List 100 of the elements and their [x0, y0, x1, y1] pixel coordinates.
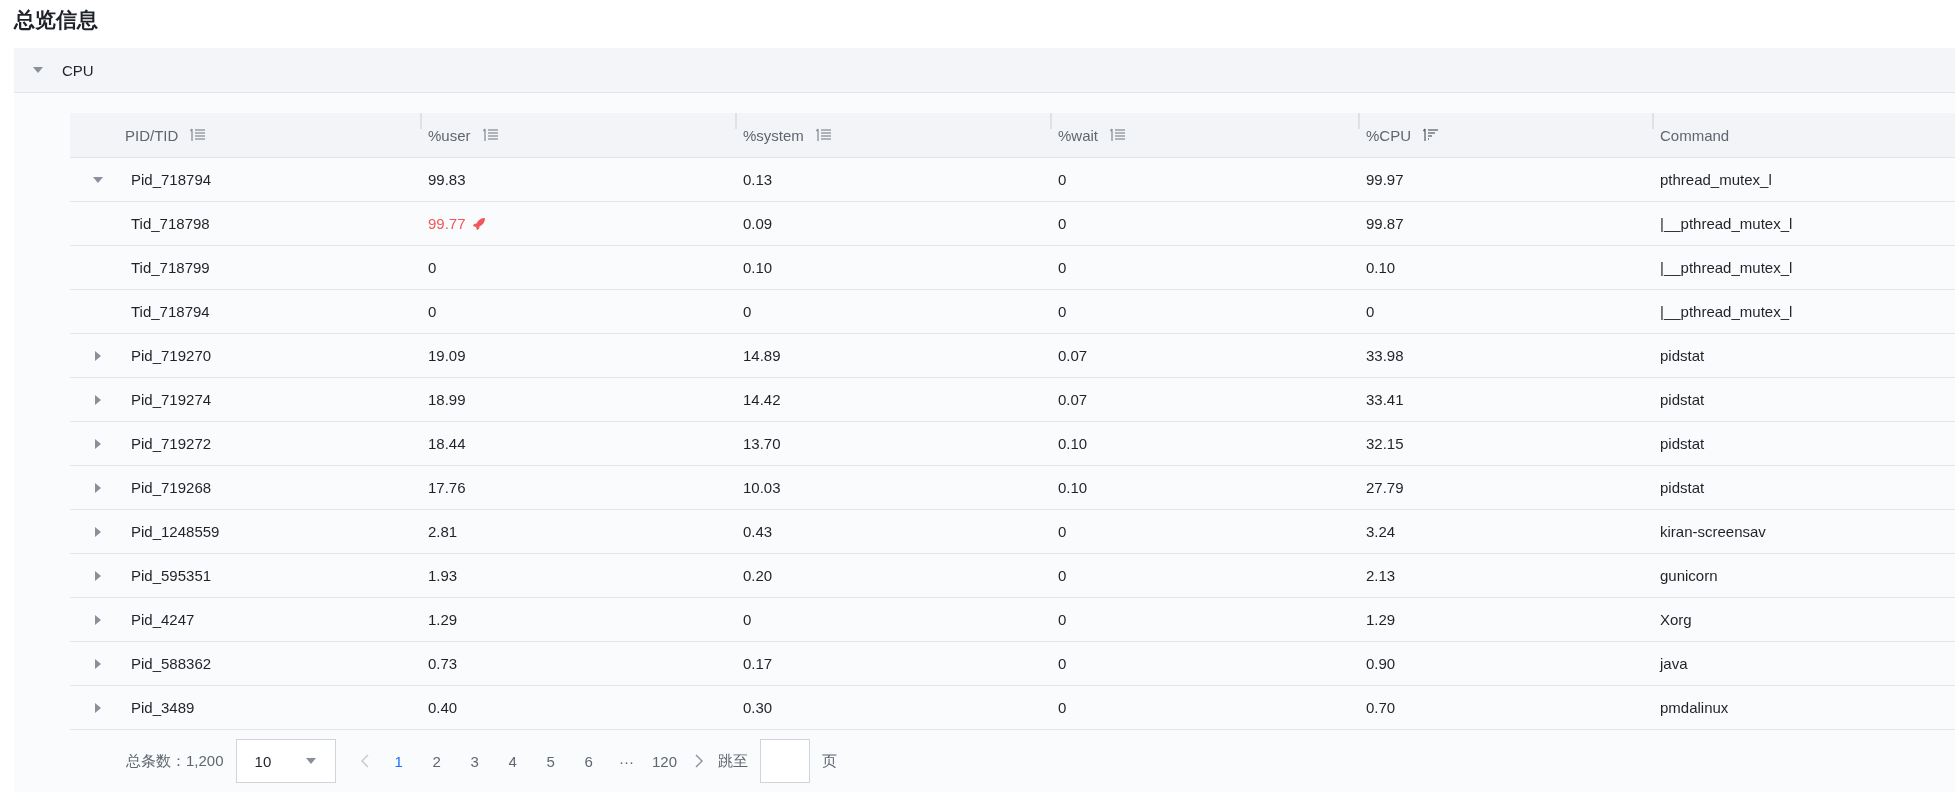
- table-cell: 27.79: [1366, 479, 1404, 496]
- table-cell: 0: [1058, 611, 1067, 628]
- table-cell: 0: [1058, 171, 1067, 188]
- table-cell: 0.13: [743, 171, 773, 188]
- table-cell: pidstat: [1660, 479, 1705, 496]
- table-cell: 0: [1058, 699, 1067, 716]
- table-cell: pmdalinux: [1660, 699, 1729, 716]
- table-cell: 0: [743, 303, 752, 320]
- table-cell: 0.40: [428, 699, 458, 716]
- page-link[interactable]: 4: [493, 752, 532, 770]
- table-cell: 0: [1366, 303, 1375, 320]
- table-cell: 17.76: [428, 479, 466, 496]
- table-cell: Tid_718794: [131, 303, 210, 320]
- table-cell: 0.10: [743, 259, 773, 276]
- table-cell: Pid_718794: [131, 171, 212, 188]
- section-header[interactable]: CPU: [14, 48, 1955, 93]
- table-cell: 0.90: [1366, 655, 1396, 672]
- jump-label: 跳至: [717, 751, 748, 771]
- table-cell: 0: [1058, 259, 1067, 276]
- table-cell: 0: [428, 303, 437, 320]
- table-cell: Pid_588362: [131, 655, 212, 672]
- prev-page-icon[interactable]: [359, 754, 370, 768]
- table-cell: 0.70: [1366, 699, 1396, 716]
- table-cell: Pid_719274: [131, 391, 212, 408]
- table-cell: 14.42: [743, 391, 781, 408]
- table-cell: Pid_719268: [131, 479, 212, 496]
- table-cell: Pid_719270: [131, 347, 212, 364]
- page-suffix: 页: [821, 751, 837, 771]
- table-cell: Pid_719272: [131, 435, 212, 452]
- page-link[interactable]: 6: [569, 752, 608, 770]
- table-cell: 99.87: [1366, 215, 1404, 232]
- page-link[interactable]: 5: [531, 752, 570, 770]
- table-cell: 1.29: [428, 611, 458, 628]
- page-link[interactable]: 120: [645, 752, 684, 770]
- next-page-icon[interactable]: [693, 754, 704, 768]
- page-size-select[interactable]: 10: [235, 739, 336, 783]
- table-cell: 1.29: [1366, 611, 1396, 628]
- table-cell: 3.24: [1366, 523, 1396, 540]
- table-cell: 2.13: [1366, 567, 1396, 584]
- table-cell: |__pthread_mutex_l: [1660, 303, 1793, 320]
- page-link[interactable]: ···: [607, 752, 646, 770]
- table-cell: 0: [1058, 215, 1067, 232]
- rocket-icon: [471, 216, 486, 231]
- table-cell: 0.10: [1058, 479, 1088, 496]
- table-cell: 1.93: [428, 567, 458, 584]
- sort-icon[interactable]: [1110, 128, 1126, 142]
- table-cell: 99.77: [428, 215, 466, 232]
- table-cell: 0: [1058, 655, 1067, 672]
- page-link[interactable]: 1: [379, 752, 418, 770]
- table-cell: 0.17: [743, 655, 773, 672]
- column-header: %wait: [1050, 113, 1358, 158]
- sort-icon[interactable]: [482, 128, 499, 142]
- table-cell: 0: [1058, 567, 1067, 584]
- column-header: %CPU: [1358, 113, 1652, 158]
- table-cell: |__pthread_mutex_l: [1660, 215, 1793, 232]
- table-cell: pidstat: [1660, 391, 1705, 408]
- sort-icon[interactable]: [1423, 128, 1439, 142]
- table-cell: |__pthread_mutex_l: [1660, 259, 1793, 276]
- table-cell: gunicorn: [1660, 567, 1718, 584]
- table-cell: Tid_718798: [131, 215, 210, 232]
- table-cell: 0: [1058, 303, 1067, 320]
- column-header: PID/TID: [70, 113, 420, 158]
- sort-icon[interactable]: [190, 128, 207, 142]
- table-cell: Pid_4247: [131, 611, 195, 628]
- total-label: 总条数：1,200: [126, 751, 224, 771]
- table-cell: 0.07: [1058, 391, 1088, 408]
- table-cell: 0: [1058, 523, 1067, 540]
- table-cell: Pid_595351: [131, 567, 212, 584]
- column-header: %user: [420, 113, 735, 158]
- table-cell: 2.81: [428, 523, 458, 540]
- table-cell: 10.03: [743, 479, 781, 496]
- table-cell: 99.83: [428, 171, 466, 188]
- jump-input[interactable]: [759, 739, 810, 783]
- page-link[interactable]: 2: [417, 752, 456, 770]
- table-cell: java: [1660, 655, 1688, 672]
- sort-icon[interactable]: [815, 128, 832, 142]
- table-cell: 32.15: [1366, 435, 1404, 452]
- page-title: 总览信息: [12, 7, 99, 34]
- table-cell: Tid_718799: [131, 259, 210, 276]
- table-cell: 33.41: [1366, 391, 1404, 408]
- table-cell: Pid_1248559: [131, 523, 220, 540]
- table-cell: 13.70: [743, 435, 781, 452]
- table-cell: 0.07: [1058, 347, 1088, 364]
- page-link[interactable]: 3: [455, 752, 494, 770]
- table-cell: 18.99: [428, 391, 466, 408]
- table-cell: 0.20: [743, 567, 773, 584]
- table-cell: pidstat: [1660, 435, 1705, 452]
- table-cell: 0.10: [1058, 435, 1088, 452]
- table-cell: 33.98: [1366, 347, 1404, 364]
- table-cell: Xorg: [1660, 611, 1692, 628]
- table-cell: 18.44: [428, 435, 466, 452]
- table-cell: pthread_mutex_l: [1660, 171, 1772, 188]
- table-cell: 0: [743, 611, 752, 628]
- column-header: %system: [735, 113, 1050, 158]
- table-cell: 0.10: [1366, 259, 1396, 276]
- table-cell: pidstat: [1660, 347, 1705, 364]
- table-cell: 0.43: [743, 523, 773, 540]
- table-cell: Pid_3489: [131, 699, 195, 716]
- table-cell: 0.30: [743, 699, 773, 716]
- table-cell: 19.09: [428, 347, 466, 364]
